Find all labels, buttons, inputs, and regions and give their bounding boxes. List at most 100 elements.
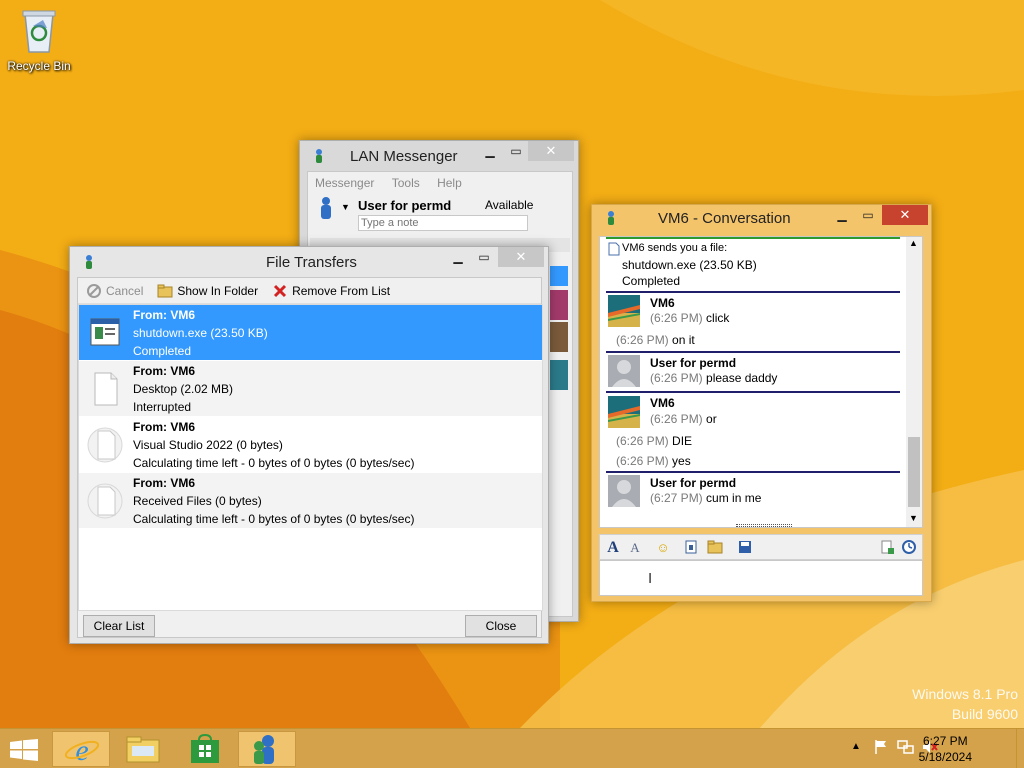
text-cursor-icon: I xyxy=(648,570,653,587)
transfer-file: Visual Studio 2022 (0 bytes) xyxy=(133,438,283,452)
maximize-button[interactable]: ▭ xyxy=(470,247,498,267)
menu-help[interactable]: Help xyxy=(437,172,462,194)
add-participant-icon[interactable] xyxy=(878,539,896,557)
send-file-icon[interactable] xyxy=(682,539,700,557)
conversation-title: VM6 - Conversation xyxy=(658,210,791,227)
cancel-icon xyxy=(86,283,102,299)
remove-from-list-button[interactable]: Remove From List xyxy=(272,283,390,299)
minimize-button[interactable]: ▁ xyxy=(444,247,472,267)
start-button[interactable] xyxy=(10,739,38,764)
red-x-icon xyxy=(272,283,288,299)
transfer-from: From: VM6 xyxy=(133,308,196,322)
contact-avatar[interactable] xyxy=(550,360,568,390)
file-explorer-icon xyxy=(126,736,160,763)
taskbar-lan-messenger[interactable] xyxy=(238,731,296,767)
lan-messenger-taskbar-icon xyxy=(254,735,274,764)
close-button[interactable]: ✕ xyxy=(882,205,928,225)
windows-store-icon xyxy=(191,734,219,763)
maximize-button[interactable]: ▭ xyxy=(502,141,530,161)
font-icon[interactable]: A xyxy=(604,539,622,557)
scroll-down-icon[interactable]: ▼ xyxy=(909,513,918,523)
exe-file-icon xyxy=(90,318,120,346)
message-sender: VM6 xyxy=(650,296,675,310)
message-input[interactable]: I xyxy=(599,560,923,596)
chat-scrollbar[interactable]: ▲ ▼ xyxy=(906,237,922,527)
message-line: (6:26 PM) click xyxy=(650,311,730,325)
message-line: (6:26 PM) yes xyxy=(616,454,691,468)
minimize-button[interactable]: ▁ xyxy=(828,205,856,225)
font-color-icon[interactable]: A xyxy=(626,539,644,557)
file-transfers-titlebar[interactable]: File Transfers ▁ ▭ ✕ xyxy=(70,247,548,277)
transfer-from: From: VM6 xyxy=(133,420,196,434)
taskbar: e ▲ 6:27 PM 5/18/2024 xyxy=(0,728,1024,768)
transfer-row[interactable]: From: VM6 shutdown.exe (23.50 KB) Comple… xyxy=(79,305,542,361)
transfer-file: Desktop (2.02 MB) xyxy=(133,382,234,396)
transfer-from: From: VM6 xyxy=(133,364,196,378)
conversation-titlebar[interactable]: VM6 - Conversation ▁ ▭ ✕ xyxy=(592,205,931,231)
message-line: (6:26 PM) or xyxy=(650,412,717,426)
close-transfers-button[interactable]: Close xyxy=(465,615,537,637)
send-folder-icon[interactable] xyxy=(706,539,724,557)
transfer-status: Calculating time left - 0 bytes of 0 byt… xyxy=(133,512,415,526)
menu-messenger[interactable]: Messenger xyxy=(315,172,374,194)
cancel-transfer-button[interactable]: Cancel xyxy=(86,283,143,299)
scrollbar-thumb[interactable] xyxy=(908,437,920,507)
user-name: User for permd xyxy=(358,198,452,213)
clock-time: 6:27 PM xyxy=(922,734,968,748)
progress-file-icon xyxy=(87,427,123,463)
cancel-label: Cancel xyxy=(106,283,144,298)
show-in-folder-button[interactable]: Show In Folder xyxy=(157,283,258,299)
contact-avatar[interactable] xyxy=(550,290,568,320)
transfer-file: shutdown.exe (23.50 KB) xyxy=(133,326,268,340)
message-line: (6:27 PM) cum in me xyxy=(650,491,762,505)
menu-tools[interactable]: Tools xyxy=(392,172,420,194)
show-hidden-icons-chevron-icon[interactable]: ▲ xyxy=(851,741,861,768)
show-in-folder-label: Show In Folder xyxy=(177,283,259,298)
conversation-toolbar: A A ☺ xyxy=(599,534,923,560)
lan-messenger-titlebar[interactable]: LAN Messenger ▁ ▭ ✕ xyxy=(300,141,578,171)
contact-list-selection[interactable] xyxy=(550,266,568,286)
contact-avatar[interactable] xyxy=(550,322,568,352)
file-notice-line3: Completed xyxy=(622,274,681,288)
recycle-bin-label: Recycle Bin xyxy=(7,59,71,73)
folder-icon xyxy=(157,283,173,299)
progress-file-icon xyxy=(87,483,123,519)
file-transfers-list[interactable]: From: VM6 shutdown.exe (23.50 KB) Comple… xyxy=(78,304,543,611)
clear-list-button[interactable]: Clear List xyxy=(83,615,155,637)
transfer-row[interactable]: From: VM6 Visual Studio 2022 (0 bytes) C… xyxy=(79,417,542,473)
maximize-button[interactable]: ▭ xyxy=(854,205,882,225)
network-icon[interactable] xyxy=(897,739,915,768)
user-status[interactable]: Available xyxy=(485,198,533,212)
conversation-window: VM6 - Conversation ▁ ▭ ✕ VM6 sends you a… xyxy=(591,204,932,602)
taskbar-file-explorer[interactable] xyxy=(114,731,172,767)
user-menu-chevron-icon[interactable]: ▼ xyxy=(341,202,350,212)
transfer-status: Interrupted xyxy=(133,400,192,414)
message-separator xyxy=(606,351,900,353)
transfer-row[interactable]: From: VM6 Desktop (2.02 MB) Interrupted xyxy=(79,361,542,417)
file-transfers-body: Cancel Show In Folder Remove From List F… xyxy=(77,277,543,638)
user-avatar[interactable] xyxy=(316,196,336,222)
close-button[interactable]: ✕ xyxy=(498,247,544,267)
transfer-row[interactable]: From: VM6 Received Files (0 bytes) Calcu… xyxy=(79,473,542,529)
history-icon[interactable] xyxy=(900,539,918,557)
transfer-file: Received Files (0 bytes) xyxy=(133,494,262,508)
chat-history[interactable]: VM6 sends you a file: shutdown.exe (23.5… xyxy=(599,236,923,528)
message-sender: VM6 xyxy=(650,396,675,410)
message-line: (6:26 PM) please daddy xyxy=(650,371,778,385)
minimize-button[interactable]: ▁ xyxy=(476,141,504,161)
taskbar-clock[interactable]: 6:27 PM 5/18/2024 xyxy=(919,733,972,765)
file-transfers-app-icon xyxy=(86,255,92,269)
close-button[interactable]: ✕ xyxy=(528,141,574,161)
recycle-bin-shortcut[interactable]: Recycle Bin xyxy=(4,6,74,73)
smiley-icon[interactable]: ☺ xyxy=(654,539,672,557)
splitter-grip[interactable] xyxy=(736,524,792,527)
taskbar-internet-explorer[interactable]: e xyxy=(52,731,110,767)
action-center-flag-icon[interactable] xyxy=(873,739,889,768)
remove-from-list-label: Remove From List xyxy=(292,283,391,298)
scroll-up-icon[interactable]: ▲ xyxy=(909,238,918,248)
clock-date: 5/18/2024 xyxy=(918,750,972,764)
show-desktop-button[interactable] xyxy=(1016,729,1024,768)
save-icon[interactable] xyxy=(736,539,754,557)
note-input[interactable] xyxy=(358,215,528,231)
taskbar-store[interactable] xyxy=(176,731,234,767)
